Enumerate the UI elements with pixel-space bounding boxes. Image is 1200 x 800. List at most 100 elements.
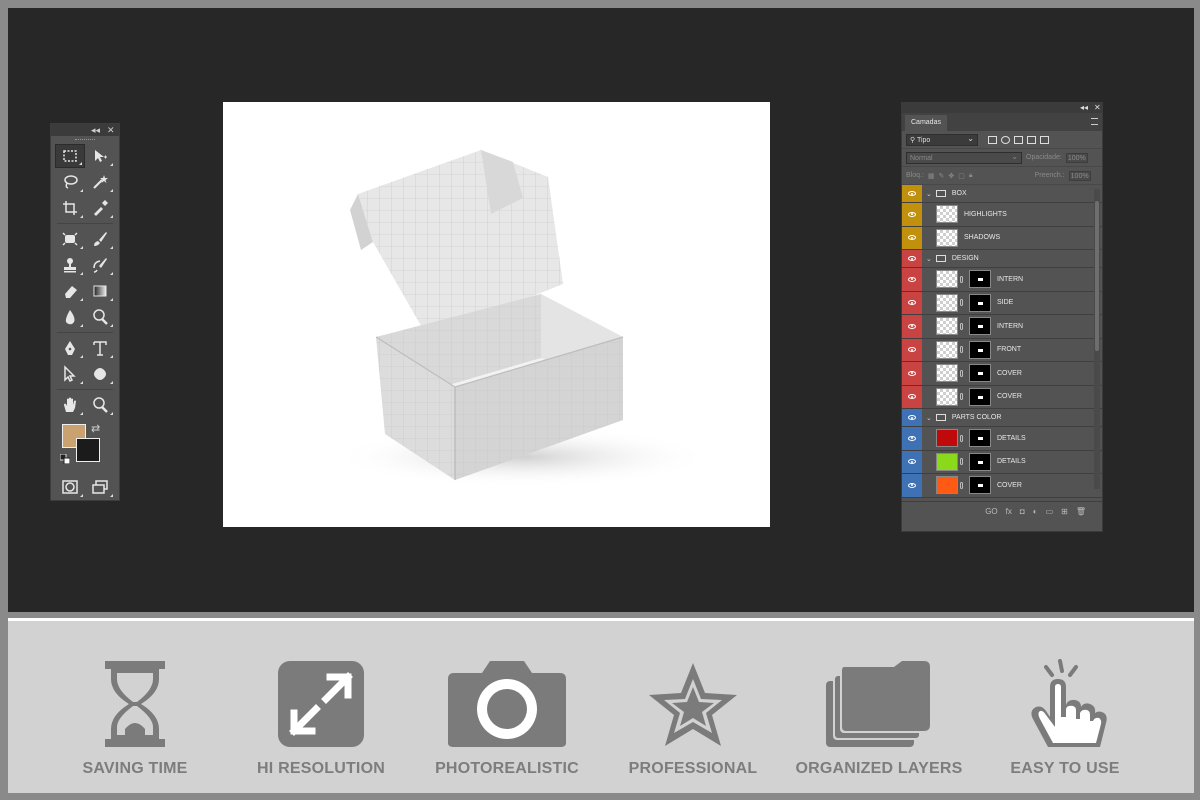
link-icon[interactable] [960, 434, 963, 442]
tool-panel-grip[interactable] [51, 136, 119, 143]
layer-row[interactable]: DETAILS [902, 450, 1102, 474]
eraser-icon[interactable] [55, 279, 85, 303]
crop-icon[interactable] [55, 196, 85, 220]
layer-thumbnail [936, 317, 958, 336]
group-toggle-icon[interactable]: ⌄ [926, 190, 932, 198]
layer-row[interactable]: INTERN [902, 315, 1102, 339]
document-canvas[interactable] [223, 102, 770, 527]
adjustment-icon[interactable]: ◐ [1033, 507, 1038, 516]
fx-icon[interactable]: fx [1006, 507, 1012, 516]
lock-paint-icon[interactable]: ✎ [939, 172, 945, 180]
link-icon[interactable] [960, 458, 963, 466]
trash-icon[interactable]: 🗑 [1076, 507, 1086, 516]
link-icon[interactable] [960, 346, 963, 354]
layer-row[interactable]: COVER [902, 385, 1102, 409]
visibility-eye-icon[interactable] [902, 338, 922, 361]
marquee-icon[interactable] [55, 144, 85, 168]
fill-field[interactable]: 100% [1068, 170, 1091, 181]
layer-row[interactable]: INTERN [902, 268, 1102, 292]
layers-panel-header[interactable]: ◂◂ ✕ [902, 103, 1102, 113]
collapse-icon[interactable]: ◂◂ [91, 124, 100, 136]
link-icon[interactable] [960, 322, 963, 330]
tool-panel-header[interactable]: ◂◂ ✕ [51, 124, 119, 136]
collapse-icon[interactable]: ◂◂ [1080, 103, 1088, 113]
history-brush-icon[interactable] [85, 253, 115, 277]
visibility-eye-icon[interactable] [902, 427, 922, 450]
group-toggle-icon[interactable]: ⌄ [926, 255, 932, 263]
tool-row [51, 392, 119, 418]
opacity-field[interactable]: 100% [1065, 152, 1088, 163]
visibility-eye-icon[interactable] [902, 185, 922, 202]
gradient-icon[interactable] [85, 279, 115, 303]
zoom-icon[interactable] [85, 393, 115, 417]
layer-group-row[interactable]: ⌄ BOX [902, 185, 1102, 203]
visibility-eye-icon[interactable] [902, 226, 922, 249]
quick-mask-icon[interactable] [55, 475, 85, 499]
visibility-eye-icon[interactable] [902, 474, 922, 497]
panel-menu-icon[interactable] [1091, 118, 1098, 125]
layer-row[interactable]: SHADOWS [902, 226, 1102, 250]
mask-icon[interactable]: ◘ [1020, 507, 1025, 516]
layer-row[interactable]: SIDE [902, 291, 1102, 315]
close-icon[interactable]: ✕ [107, 124, 115, 136]
default-colors-icon[interactable] [60, 454, 70, 464]
visibility-eye-icon[interactable] [902, 385, 922, 408]
type-filter-icon[interactable] [1014, 135, 1023, 144]
swap-colors-icon[interactable]: ⇄ [91, 422, 100, 435]
background-color-swatch[interactable] [76, 438, 100, 462]
healing-brush-icon[interactable] [55, 227, 85, 251]
visibility-eye-icon[interactable] [902, 203, 922, 226]
type-icon[interactable] [85, 336, 115, 360]
link-icon[interactable] [960, 369, 963, 377]
folder-icon[interactable]: ▭ [1046, 507, 1054, 516]
new-layer-icon[interactable]: ⊞ [1061, 507, 1068, 516]
link-icon[interactable] [960, 393, 963, 401]
layer-row[interactable]: COVER [902, 362, 1102, 386]
link-icon[interactable] [960, 299, 963, 307]
move-icon[interactable] [85, 144, 115, 168]
filter-kind-select[interactable]: ⚲ Tipo [906, 133, 978, 146]
tab-layers[interactable]: Camadas [905, 115, 947, 131]
magic-wand-icon[interactable] [85, 170, 115, 194]
layers-scrollbar[interactable] [1094, 189, 1100, 489]
pixel-filter-icon[interactable] [988, 135, 997, 144]
layer-row[interactable]: HIGHLIGHTS [902, 203, 1102, 227]
visibility-eye-icon[interactable] [902, 409, 922, 426]
dodge-icon[interactable] [85, 305, 115, 329]
lock-pixels-icon[interactable]: ▦ [928, 172, 935, 180]
close-icon[interactable]: ✕ [1094, 103, 1101, 113]
visibility-eye-icon[interactable] [902, 291, 922, 314]
visibility-eye-icon[interactable] [902, 450, 922, 473]
lock-position-icon[interactable]: ✥ [948, 172, 954, 180]
layer-row[interactable]: DETAILS [902, 427, 1102, 451]
lasso-icon[interactable] [55, 170, 85, 194]
visibility-eye-icon[interactable] [902, 268, 922, 291]
link-icon[interactable]: GO [985, 507, 997, 516]
layer-row[interactable]: COVER [902, 474, 1102, 498]
brush-icon[interactable] [85, 227, 115, 251]
visibility-eye-icon[interactable] [902, 250, 922, 267]
adjustment-filter-icon[interactable] [1001, 135, 1010, 144]
link-icon[interactable] [960, 481, 963, 489]
lock-all-icon[interactable]: 🔒︎ [969, 172, 973, 180]
smart-object-filter-icon[interactable] [1040, 135, 1049, 144]
group-toggle-icon[interactable]: ⌄ [926, 414, 932, 422]
shape-filter-icon[interactable] [1027, 135, 1036, 144]
layer-row[interactable]: FRONT [902, 338, 1102, 362]
hand-icon[interactable] [55, 393, 85, 417]
pen-icon[interactable] [55, 336, 85, 360]
layer-group-row[interactable]: ⌄ DESIGN [902, 250, 1102, 268]
visibility-eye-icon[interactable] [902, 362, 922, 385]
layer-thumbnail [936, 340, 958, 359]
clone-stamp-icon[interactable] [55, 253, 85, 277]
path-selection-icon[interactable] [55, 362, 85, 386]
blur-icon[interactable] [55, 305, 85, 329]
link-icon[interactable] [960, 275, 963, 283]
eyedropper-icon[interactable] [85, 196, 115, 220]
visibility-eye-icon[interactable] [902, 315, 922, 338]
shape-icon[interactable] [85, 362, 115, 386]
layer-group-row[interactable]: ⌄ PARTS COLOR [902, 409, 1102, 427]
blend-mode-select[interactable]: Normal [906, 151, 1022, 164]
screen-mode-icon[interactable] [85, 475, 115, 499]
lock-artboard-icon[interactable]: ▢ [958, 172, 965, 180]
